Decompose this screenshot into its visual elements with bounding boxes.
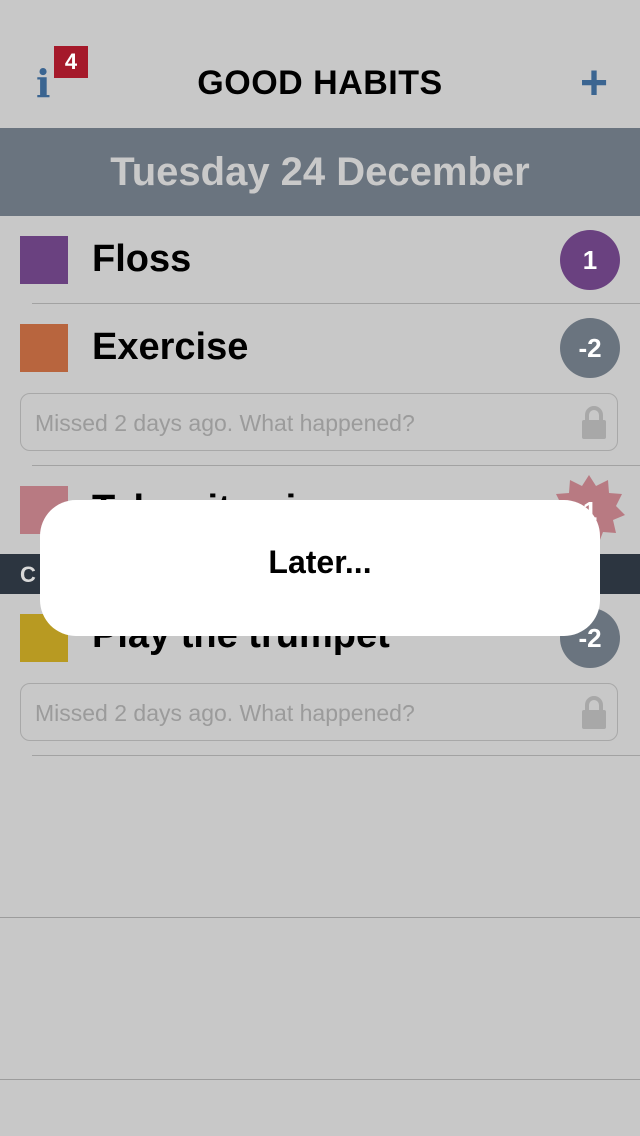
date-header: Tuesday 24 December [110, 150, 530, 194]
divider [0, 1079, 640, 1080]
habit-color-swatch [20, 324, 68, 372]
popup-message: Later... [268, 544, 372, 580]
row-divider [32, 755, 640, 756]
habit-name[interactable]: Exercise [92, 326, 248, 369]
habit-color-swatch [20, 236, 68, 284]
later-popup[interactable]: Later... [40, 500, 600, 636]
note-placeholder: Missed 2 days ago. What happened? [35, 410, 415, 436]
lock-icon [582, 696, 606, 729]
category-label: C [20, 562, 36, 587]
add-habit-button[interactable]: + [572, 58, 616, 110]
habit-name[interactable]: Floss [92, 238, 191, 281]
row-divider [32, 303, 640, 304]
habit-counter[interactable]: -2 [560, 318, 620, 378]
note-placeholder: Missed 2 days ago. What happened? [35, 700, 415, 726]
habit-counter[interactable]: 1 [560, 230, 620, 290]
app-title: GOOD HABITS [197, 64, 443, 102]
plus-icon: + [579, 57, 609, 110]
missed-note-field[interactable]: Missed 2 days ago. What happened? [20, 683, 618, 741]
lock-icon [582, 406, 606, 439]
divider [0, 917, 640, 918]
row-divider [32, 465, 640, 466]
missed-note-field[interactable]: Missed 2 days ago. What happened? [20, 393, 618, 451]
